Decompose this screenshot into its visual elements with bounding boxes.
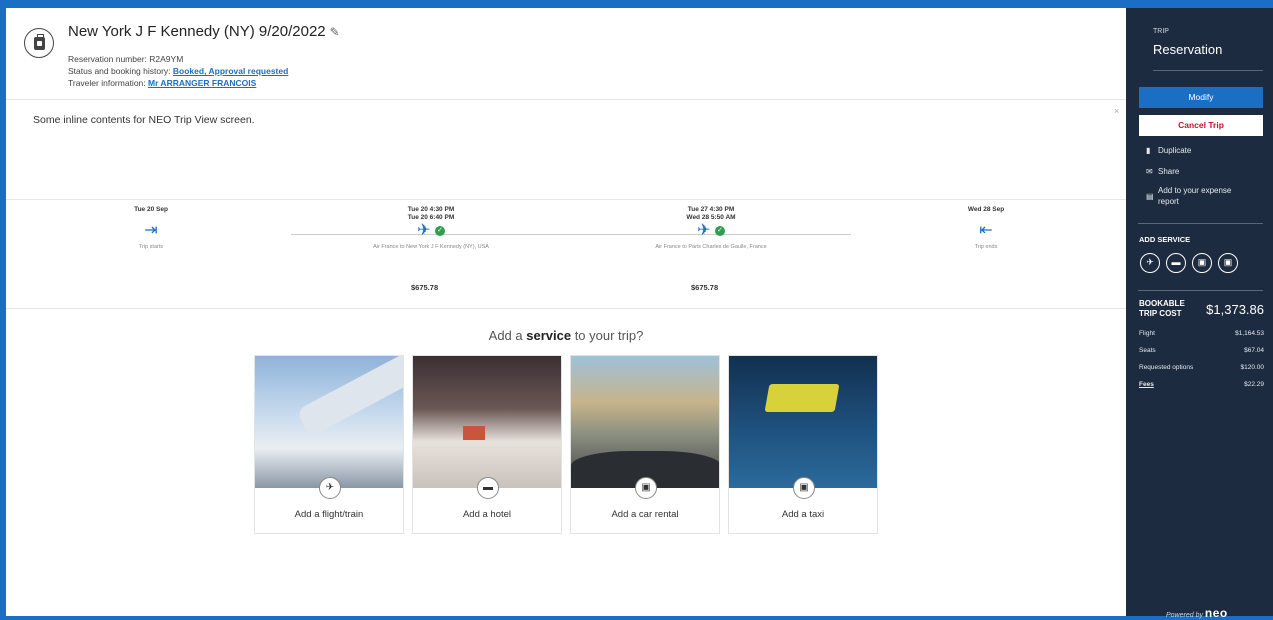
suitcase-icon	[24, 28, 54, 58]
timeline-start: Tue 20 Sep ⇥ Trip starts	[111, 206, 191, 250]
flight-photo	[255, 356, 403, 488]
close-icon[interactable]: ×	[1114, 106, 1119, 116]
cancel-trip-button[interactable]: Cancel Trip	[1139, 115, 1263, 136]
cost-row-seats: Seats $67.04	[1139, 347, 1264, 354]
page-title: New York J F Kennedy (NY) 9/20/2022 ✎	[68, 23, 340, 40]
add-flight-card[interactable]: ✈ Add a flight/train	[254, 355, 404, 534]
add-hotel-card[interactable]: ▬ Add a hotel	[412, 355, 562, 534]
car-icon: ▣	[635, 477, 657, 499]
app-frame: New York J F Kennedy (NY) 9/20/2022 ✎ Res…	[6, 8, 1273, 620]
modify-button[interactable]: Modify	[1139, 87, 1263, 108]
booking-status: Status and booking history: Booked, Appr…	[68, 66, 289, 76]
divider	[1153, 70, 1263, 71]
add-taxi-card[interactable]: ▣ Add a taxi	[728, 355, 878, 534]
clipboard-icon: ▮	[1146, 146, 1151, 155]
sidebar-title: Reservation	[1153, 42, 1223, 57]
bed-icon[interactable]: ▬	[1166, 253, 1186, 273]
hotel-photo	[413, 356, 561, 488]
receipt-icon: ▤	[1146, 192, 1154, 201]
sidebar-caption: TRIP	[1153, 28, 1169, 35]
taxi-photo	[729, 356, 877, 488]
cost-row-options: Requested options $120.00	[1139, 364, 1264, 371]
car-photo	[571, 356, 719, 488]
plane-icon: ✈	[417, 222, 431, 239]
envelope-icon: ✉	[1146, 167, 1153, 176]
car-icon[interactable]: ▣	[1192, 253, 1212, 273]
neo-logo: neo	[1204, 606, 1228, 620]
flight-train-icon[interactable]: ✈	[1140, 253, 1160, 273]
cost-row-fees: Fees $22.29	[1139, 381, 1264, 388]
divider	[1138, 223, 1263, 224]
flight-2-price: $675.78	[691, 283, 719, 292]
trip-cost-total: $1,373.86	[1206, 302, 1264, 317]
trip-timeline: Tue 20 Sep ⇥ Trip starts Tue 20 4:30 PM …	[6, 199, 1126, 309]
trip-main: New York J F Kennedy (NY) 9/20/2022 ✎ Res…	[6, 8, 1126, 616]
cost-row-flight: Flight $1,164.53	[1139, 330, 1264, 337]
taxi-icon: ▣	[793, 477, 815, 499]
powered-by: Powered by neo	[1166, 606, 1228, 620]
fees-link[interactable]: Fees	[1139, 381, 1154, 388]
bed-icon: ▬	[477, 477, 499, 499]
expense-action[interactable]: ▤Add to your expense report	[1146, 185, 1231, 207]
trip-header: New York J F Kennedy (NY) 9/20/2022 ✎ Res…	[6, 8, 1126, 100]
timeline-flight-1[interactable]: Tue 20 4:30 PM Tue 20 6:40 PM ✈ ✓ Air Fr…	[346, 206, 516, 250]
traveler-link[interactable]: Mr ARRANGER FRANCOIS	[148, 78, 256, 88]
inline-contents: Some inline contents for NEO Trip View s…	[33, 114, 255, 126]
door-enter-icon: ⇤	[979, 222, 993, 239]
taxi-icon[interactable]: ▣	[1218, 253, 1238, 273]
status-link[interactable]: Booked, Approval requested	[173, 66, 288, 76]
bookable-trip-cost-label: BOOKABLE TRIP COST	[1139, 299, 1185, 318]
timeline-flight-2[interactable]: Tue 27 4:30 PM Wed 28 5:50 AM ✈ ✓ Air Fr…	[626, 206, 796, 250]
flight-1-price: $675.78	[411, 283, 439, 292]
plane-icon: ✈	[697, 222, 711, 239]
traveler-info: Traveler information: Mr ARRANGER FRANCO…	[68, 78, 257, 88]
share-action[interactable]: ✉ Share	[1146, 167, 1179, 176]
duplicate-action[interactable]: ▮ Duplicate	[1146, 146, 1191, 155]
edit-pencil-icon[interactable]: ✎	[330, 25, 340, 39]
door-exit-icon: ⇥	[144, 222, 158, 239]
reservation-number: Reservation number: R2A9YM	[68, 54, 184, 64]
check-icon: ✓	[434, 225, 445, 236]
divider	[1138, 290, 1263, 291]
timeline-end: Wed 28 Sep ⇤ Trip ends	[946, 206, 1026, 250]
add-car-card[interactable]: ▣ Add a car rental	[570, 355, 720, 534]
add-service-title: Add a service to your trip?	[488, 328, 644, 343]
flight-train-icon: ✈	[319, 477, 341, 499]
trip-sidebar: TRIP Reservation Modify Cancel Trip ▮ Dup…	[1126, 8, 1273, 620]
add-service-heading: ADD SERVICE	[1139, 235, 1191, 244]
check-icon: ✓	[714, 225, 725, 236]
